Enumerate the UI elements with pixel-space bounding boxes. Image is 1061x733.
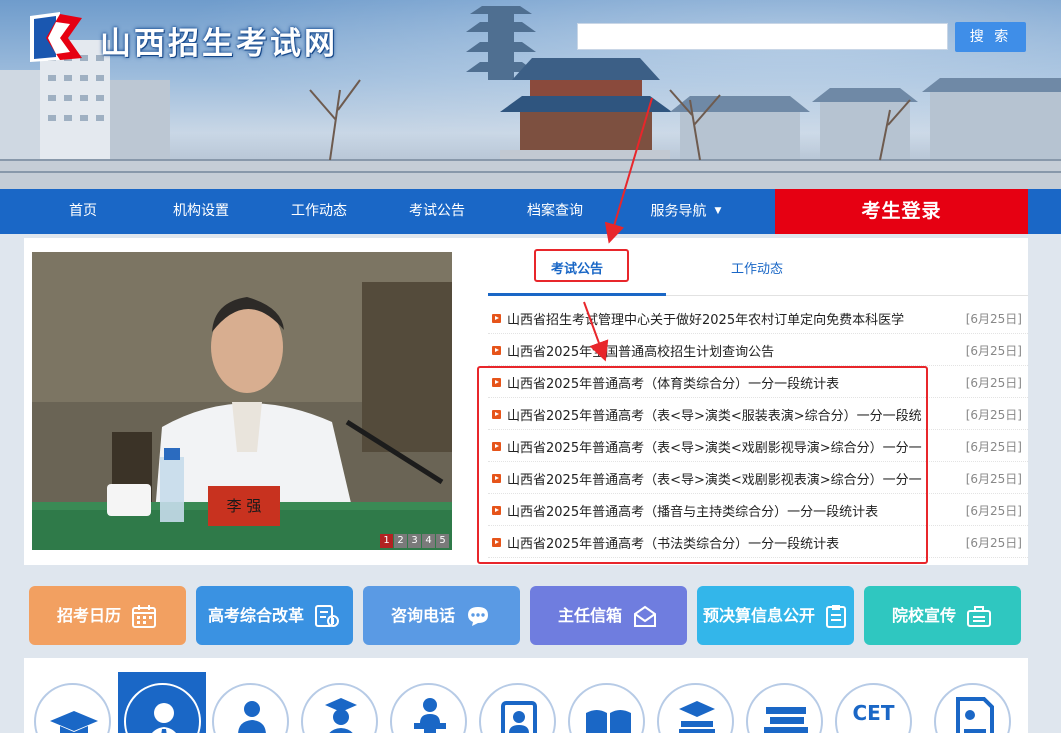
clipboard-icon bbox=[826, 605, 846, 628]
books-stack-icon[interactable] bbox=[746, 683, 823, 733]
speaker-podium-icon[interactable] bbox=[390, 683, 467, 733]
nav-item-label: 工作动态 bbox=[291, 203, 347, 219]
nav-item-archive-query[interactable]: 档案查询 bbox=[512, 189, 598, 234]
tile-label: 主任信箱 bbox=[558, 606, 623, 625]
nav-item-label: 档案查询 bbox=[527, 203, 583, 219]
caret-down-icon: ▼ bbox=[714, 206, 722, 216]
news-date: [6月25日] bbox=[965, 376, 1022, 390]
news-title[interactable]: 山西省招生考试管理中心关于做好2025年农村订单定向免费本科医学 bbox=[507, 309, 937, 328]
bullet-arrow-icon bbox=[492, 314, 501, 323]
site-name[interactable]: 山西招生考试网 bbox=[100, 18, 338, 63]
nav-item-organization[interactable]: 机构设置 bbox=[158, 189, 244, 234]
person-laptop-icon[interactable] bbox=[212, 683, 289, 733]
open-book-icon[interactable] bbox=[568, 683, 645, 733]
tile-label: 招考日历 bbox=[57, 606, 122, 625]
search-input[interactable] bbox=[577, 23, 948, 50]
tile-budget-disclosure[interactable]: 预决算信息公开 bbox=[697, 586, 854, 645]
nav-item-label: 机构设置 bbox=[173, 203, 229, 219]
nav-item-exam-notices[interactable]: 考试公告 bbox=[394, 189, 480, 234]
slide-page-5[interactable]: 5 bbox=[436, 534, 449, 548]
news-date: [6月25日] bbox=[965, 472, 1022, 486]
tile-label: 院校宣传 bbox=[892, 606, 957, 625]
tile-label: 高考综合改革 bbox=[208, 606, 305, 625]
slide-page-4[interactable]: 4 bbox=[422, 534, 435, 548]
bullet-arrow-icon bbox=[492, 346, 501, 355]
nav-item-service-nav[interactable]: 服务导航 ▼ bbox=[636, 189, 736, 234]
slideshow-pager: 1 2 3 4 5 bbox=[380, 534, 449, 548]
tile-director-mailbox[interactable]: 主任信箱 bbox=[530, 586, 687, 645]
nav-item-home[interactable]: 首页 bbox=[40, 189, 126, 234]
id-card-icon[interactable] bbox=[479, 683, 556, 733]
tile-gaokao-reform[interactable]: 高考综合改革 bbox=[196, 586, 353, 645]
graduation-cap-icon[interactable] bbox=[34, 683, 111, 733]
slide-page-1[interactable]: 1 bbox=[380, 534, 393, 548]
tab-label: 工作动态 bbox=[730, 262, 783, 277]
news-date: [6月25日] bbox=[965, 344, 1022, 358]
tab-work-news[interactable]: 工作动态 bbox=[668, 252, 846, 296]
news-item[interactable]: 山西省招生考试管理中心关于做好2025年农村订单定向免费本科医学 [6月25日] bbox=[488, 302, 1028, 334]
search-button[interactable]: 搜 索 bbox=[955, 22, 1026, 52]
graduate-student-icon[interactable] bbox=[301, 683, 378, 733]
mail-icon bbox=[634, 605, 656, 627]
cet-icon-text: CET bbox=[852, 701, 895, 725]
calendar-icon bbox=[132, 605, 156, 628]
nav-item-label: 首页 bbox=[69, 203, 97, 219]
news-date: [6月25日] bbox=[965, 312, 1022, 326]
chat-icon bbox=[468, 607, 488, 626]
nav-item-label: 考试公告 bbox=[409, 203, 465, 219]
slide-page-3[interactable]: 3 bbox=[408, 534, 421, 548]
person-tie-icon[interactable] bbox=[124, 683, 201, 733]
news-date: [6月25日] bbox=[965, 440, 1022, 454]
site-logo-icon[interactable] bbox=[26, 10, 86, 64]
news-item[interactable]: 山西省2025年全国普通高校招生计划查询公告 [6月25日] bbox=[488, 334, 1028, 366]
annotation-highlight-list bbox=[477, 366, 928, 564]
briefcase-icon bbox=[967, 606, 991, 627]
annotation-highlight-tab bbox=[534, 249, 629, 282]
profile-document-icon[interactable] bbox=[934, 683, 1011, 733]
tile-hotline[interactable]: 咨询电话 bbox=[363, 586, 520, 645]
slideshow-photo[interactable]: 李 强 bbox=[32, 252, 452, 550]
reform-icon bbox=[315, 605, 339, 627]
nav-item-work-news[interactable]: 工作动态 bbox=[276, 189, 362, 234]
tile-exam-calendar[interactable]: 招考日历 bbox=[29, 586, 186, 645]
news-date: [6月25日] bbox=[965, 504, 1022, 518]
slide-page-2[interactable]: 2 bbox=[394, 534, 407, 548]
nav-item-label: 服务导航 bbox=[650, 203, 707, 220]
tile-label: 预决算信息公开 bbox=[703, 606, 816, 625]
cap-books-icon[interactable] bbox=[657, 683, 734, 733]
tile-label: 咨询电话 bbox=[391, 606, 456, 625]
candidate-login-button[interactable]: 考生登录 bbox=[775, 189, 1028, 234]
news-date: [6月25日] bbox=[965, 408, 1022, 422]
news-title[interactable]: 山西省2025年全国普通高校招生计划查询公告 bbox=[507, 341, 937, 360]
tile-college-promotion[interactable]: 院校宣传 bbox=[864, 586, 1021, 645]
nameplate: 李 强 bbox=[208, 486, 280, 526]
news-date: [6月25日] bbox=[965, 536, 1022, 550]
